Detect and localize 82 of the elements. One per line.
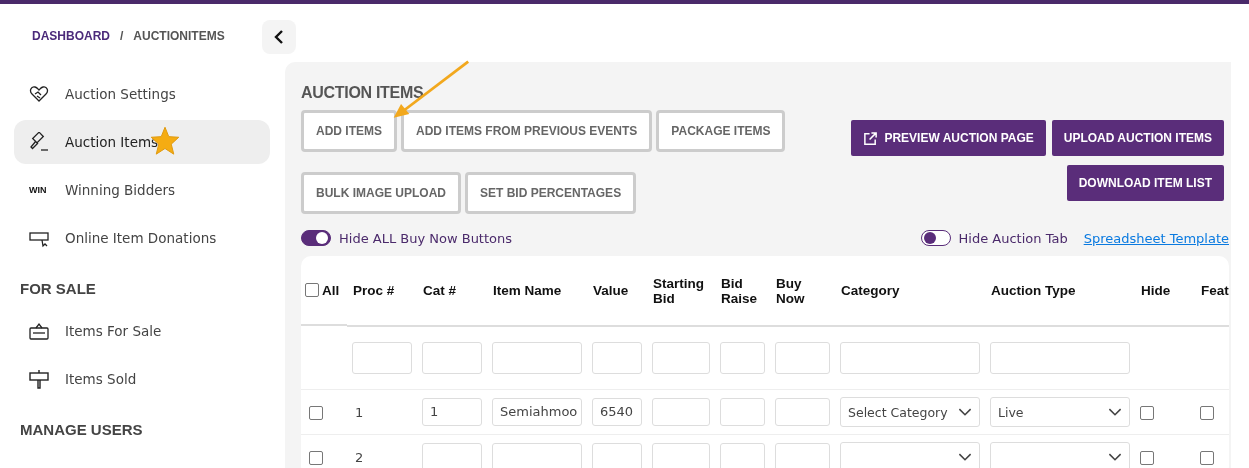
category-select[interactable] [840,442,980,468]
breadcrumb-link[interactable]: AUCTIONITEMS [133,29,225,43]
outline-button[interactable]: SET BID PERCENTAGES [465,172,637,214]
hide-checkbox[interactable] [1140,450,1154,465]
chevron-down-icon [1108,452,1122,462]
filter-field[interactable] [592,342,642,374]
input-field[interactable] [720,443,765,468]
input-field[interactable] [720,398,765,426]
breadcrumb-link[interactable]: DASHBOARD [32,29,110,43]
column-header: Auction Type [985,256,1135,326]
filter-field[interactable] [652,342,710,374]
gavel-icon [29,132,49,152]
filter-field[interactable] [720,342,765,374]
value-field[interactable] [592,443,642,468]
item-name-field[interactable] [492,443,582,468]
feature-checkbox[interactable] [1200,405,1214,420]
column-header: Value [587,256,647,326]
breadcrumb-separator: / [120,29,124,43]
column-header: Hide [1135,256,1195,326]
chevron-left-icon [273,29,285,45]
filter-field[interactable] [492,342,582,374]
primary-button[interactable]: UPLOAD AUCTION ITEMS [1051,120,1224,156]
table-cell: 1 [347,389,417,435]
filter-field[interactable] [990,342,1130,374]
section-heading: FOR SALE [19,280,97,297]
input-field[interactable] [775,398,830,426]
input-field[interactable] [652,398,710,426]
external-link-icon [863,130,879,146]
sidebar-item[interactable]: WIN Winning Bidders [14,168,270,212]
spreadsheet-link[interactable]: Spreadsheet Template [1083,230,1229,246]
sold-sign-icon [29,369,49,389]
input-field[interactable] [775,443,830,468]
outline-button[interactable]: ADD ITEMS FROM PREVIOUS EVENTS [401,110,653,152]
toggle-switch[interactable] [920,230,951,246]
table-cell: 2 [347,434,417,468]
sale-sign-icon [29,321,49,341]
toggle-label: Hide Auction Tab [958,230,1068,246]
column-header: Bid Raise [715,256,770,326]
filter-field[interactable] [775,342,830,374]
outline-button[interactable]: PACKAGE ITEMS [656,110,786,152]
collapse-button[interactable] [262,20,296,54]
chevron-down-icon [958,407,972,417]
column-header: Buy Now [770,256,835,326]
chevron-down-icon [958,452,972,462]
column-header: Category [835,256,985,326]
primary-button[interactable]: PREVIEW AUCTION PAGE [851,120,1046,156]
sidebar-item[interactable]: Items Sold [14,357,270,401]
column-header: Cat # [417,256,487,326]
input-field[interactable] [652,443,710,468]
outline-button[interactable]: BULK IMAGE UPLOAD [301,172,461,214]
item-name-field[interactable]: Semiahmoo [492,398,582,426]
auction-type-select[interactable] [990,442,1130,468]
row-checkbox[interactable] [309,405,323,420]
filter-field[interactable] [840,342,980,374]
cat-field[interactable] [422,443,482,468]
outline-button[interactable]: ADD ITEMS [301,110,397,152]
sidebar-item[interactable]: Auction Settings [14,72,270,116]
filter-field[interactable] [352,342,412,374]
section-heading: MANAGE USERS [19,421,144,438]
sidebar-item[interactable]: Auction Items [14,120,270,164]
checkbox[interactable] [305,283,319,297]
feature-checkbox[interactable] [1200,450,1214,465]
select-all-cell: All [301,256,347,326]
row-checkbox[interactable] [309,450,323,465]
column-header: Item Name [487,256,587,326]
cat-field[interactable]: 1 [422,398,482,426]
column-header: Proc # [347,256,417,326]
auction-type-select[interactable]: Live [990,397,1130,427]
sidebar-item[interactable]: Items For Sale [14,309,270,353]
filter-field[interactable] [422,342,482,374]
win-icon: WIN [29,185,49,195]
sidebar-item[interactable]: Online Item Donations [14,216,270,260]
heart-handshake-icon [29,84,49,104]
toggle-label: Hide ALL Buy Now Buttons [339,230,513,246]
value-field[interactable]: 6540 [592,398,642,426]
primary-button[interactable]: DOWNLOAD ITEM LIST [1066,165,1224,201]
hide-checkbox[interactable] [1140,405,1154,420]
column-header: Starting Bid [647,256,715,326]
page-title: AUCTION ITEMS [301,84,425,102]
chevron-down-icon [1108,407,1122,417]
toggle-switch[interactable] [301,230,331,246]
category-select[interactable]: Select Category [840,397,980,427]
